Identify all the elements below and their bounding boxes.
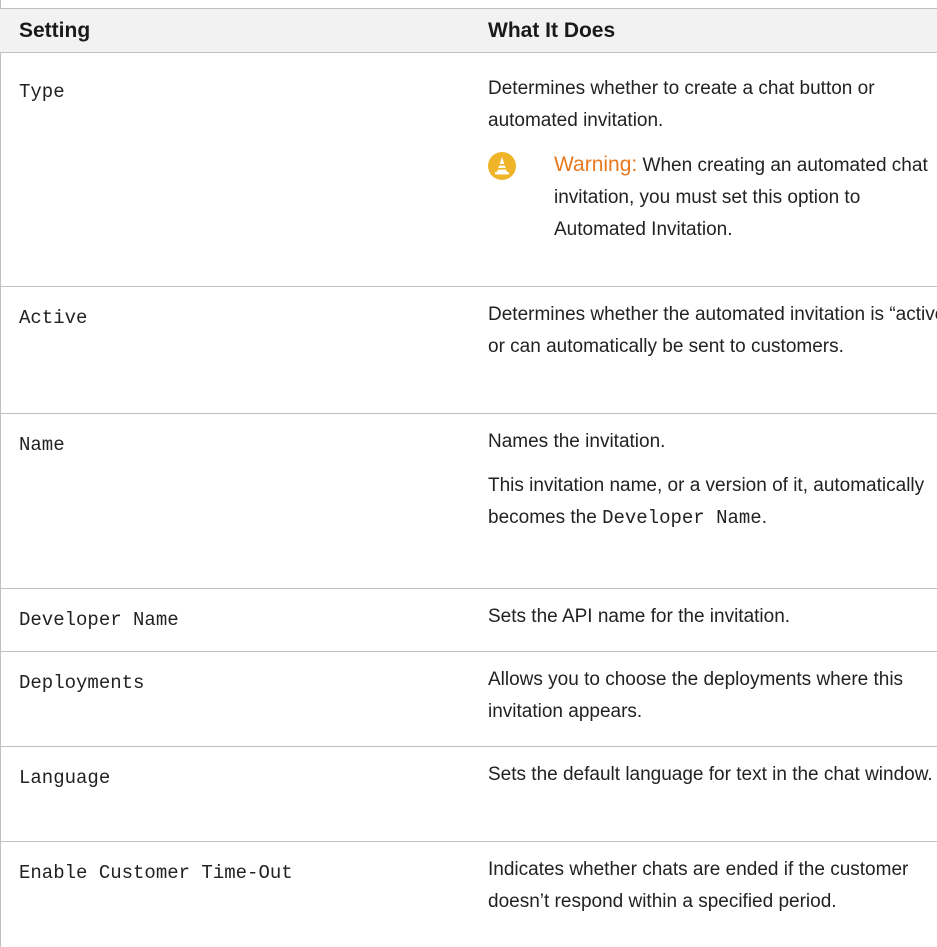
description-cell: Determines whether to create a chat butt… [488, 73, 937, 246]
description-cell: Indicates whether chats are ended if the… [488, 854, 937, 918]
description-text: Determines whether to create a chat butt… [488, 78, 875, 131]
table-row: Developer Name Sets the API name for the… [0, 589, 937, 652]
table-row: Language Sets the default language for t… [0, 747, 937, 842]
description-text-secondary: This invitation name, or a version of it… [488, 475, 925, 529]
table-header: Setting What It Does [0, 8, 937, 53]
description-cell: Names the invitation. This invitation na… [488, 426, 937, 534]
setting-cell: Type [19, 81, 65, 103]
warning-cone-icon [488, 152, 516, 180]
description-text: Sets the default language for text in th… [488, 764, 933, 785]
description-cell: Sets the API name for the invitation. [488, 601, 937, 633]
description-text: Allows you to choose the deployments whe… [488, 669, 904, 722]
inline-code: Developer Name [602, 507, 762, 529]
table-row: Type Determines whether to create a chat… [0, 53, 937, 287]
table-row: Active Determines whether the automated … [0, 287, 937, 414]
table-row: Name Names the invitation. This invitati… [0, 414, 937, 589]
table-row: Enable Customer Time-Out Indicates wheth… [0, 842, 937, 947]
description-cell: Sets the default language for text in th… [488, 759, 937, 791]
header-setting: Setting [19, 19, 91, 42]
setting-cell: Enable Customer Time-Out [19, 862, 293, 884]
description-text: Sets the API name for the invitation. [488, 606, 791, 627]
description-text: Indicates whether chats are ended if the… [488, 859, 909, 912]
description-cell: Allows you to choose the deployments whe… [488, 664, 937, 728]
setting-cell: Active [19, 307, 88, 329]
warning-label: Warning: [554, 153, 638, 176]
warning-callout: Warning: When creating an automated chat… [488, 149, 934, 246]
setting-cell: Language [19, 767, 111, 789]
setting-cell: Developer Name [19, 609, 179, 631]
description-cell: Determines whether the automated invitat… [488, 299, 937, 363]
header-what-it-does: What It Does [488, 19, 616, 42]
description-text: Determines whether the automated invitat… [488, 304, 937, 357]
settings-table: Setting What It Does Type Determines whe… [0, 0, 937, 947]
setting-cell: Name [19, 434, 65, 456]
description-text: Names the invitation. [488, 431, 666, 452]
table-row: Deployments Allows you to choose the dep… [0, 652, 937, 747]
setting-cell: Deployments [19, 672, 145, 694]
